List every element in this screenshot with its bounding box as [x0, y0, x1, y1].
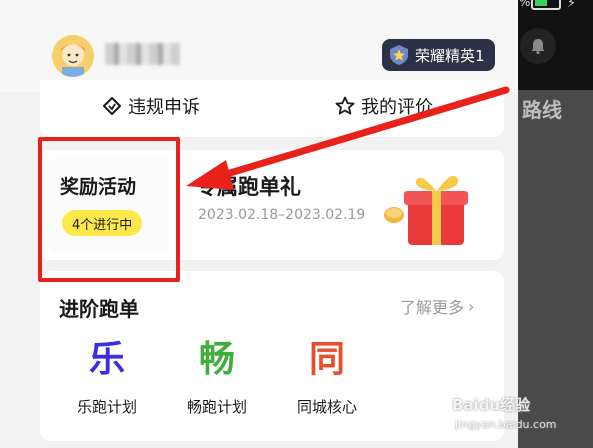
feature-glyph: 乐 — [88, 339, 125, 380]
feature-label: 乐跑计划 — [76, 398, 137, 416]
appeal-label: 违规申诉 — [128, 97, 200, 118]
route-label: 路线 — [522, 98, 562, 122]
profile-header: 荣耀精英1 — [0, 0, 518, 92]
promo-date: 2023.02.18–2023.02.19 — [198, 207, 366, 223]
feature-le-pao[interactable]: 乐 乐跑计划 — [62, 338, 152, 417]
map-side-panel — [518, 0, 593, 448]
star-icon — [335, 96, 355, 115]
charging-icon: ⚡ — [567, 0, 577, 11]
battery-percent: % — [519, 0, 531, 9]
chevron-right-icon: › — [468, 296, 475, 316]
rating-link[interactable]: 我的评价 — [335, 93, 433, 119]
feature-chang-pao[interactable]: 畅 畅跑计划 — [172, 338, 262, 417]
rank-shield-icon — [390, 45, 408, 65]
rank-badge[interactable]: 荣耀精英1 — [382, 39, 495, 71]
advanced-title: 进阶跑单 — [59, 297, 139, 321]
bell-icon — [531, 39, 545, 55]
highlight-annotation — [38, 137, 180, 282]
notification-button[interactable] — [520, 28, 556, 64]
rank-label: 荣耀精英1 — [415, 46, 485, 65]
feature-label: 同城核心 — [296, 398, 357, 416]
appeal-icon — [103, 97, 121, 115]
feature-glyph: 畅 — [198, 339, 235, 380]
quick-links-card: 违规申诉 我的评价 — [40, 80, 504, 137]
watermark-brand: Baidu经验 — [452, 396, 531, 414]
avatar[interactable] — [52, 35, 94, 77]
watermark-url: jingyan.baidu.com — [455, 418, 557, 431]
appeal-link[interactable]: 违规申诉 — [102, 93, 200, 119]
promo-title: 专属跑单礼 — [196, 175, 301, 199]
learn-more-link[interactable]: 了解更多 › — [400, 294, 474, 318]
battery-icon — [531, 0, 561, 10]
learn-more-label: 了解更多 — [400, 298, 465, 317]
username-redacted — [105, 43, 180, 65]
rating-label: 我的评价 — [361, 97, 433, 118]
feature-tong-cheng[interactable]: 同 同城核心 — [282, 338, 372, 417]
feature-label: 畅跑计划 — [186, 398, 247, 416]
avatar-icon — [52, 35, 94, 77]
gift-box-icon — [384, 175, 468, 245]
feature-glyph: 同 — [308, 339, 345, 380]
